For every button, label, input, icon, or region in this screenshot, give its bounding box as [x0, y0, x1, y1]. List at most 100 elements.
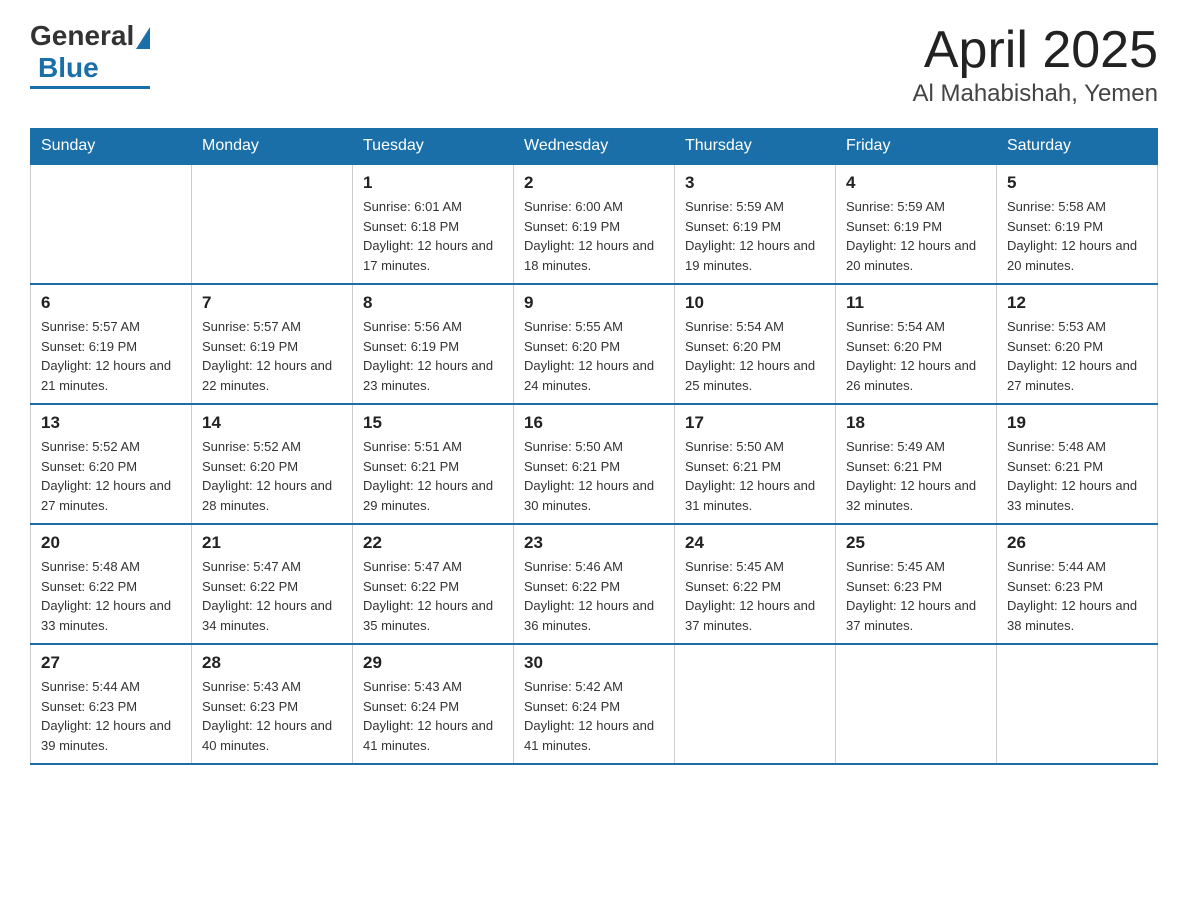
- calendar-cell: 29 Sunrise: 5:43 AMSunset: 6:24 PMDayligh…: [353, 644, 514, 764]
- day-number: 19: [1007, 413, 1147, 433]
- calendar-cell: 26 Sunrise: 5:44 AMSunset: 6:23 PMDayligh…: [997, 524, 1158, 644]
- calendar-day-header: Wednesday: [514, 129, 675, 165]
- calendar-header-row: SundayMondayTuesdayWednesdayThursdayFrid…: [31, 129, 1158, 165]
- calendar-cell: 18 Sunrise: 5:49 AMSunset: 6:21 PMDayligh…: [836, 404, 997, 524]
- day-number: 15: [363, 413, 503, 433]
- day-info: Sunrise: 5:50 AMSunset: 6:21 PMDaylight:…: [685, 437, 825, 515]
- day-number: 17: [685, 413, 825, 433]
- day-info: Sunrise: 5:46 AMSunset: 6:22 PMDaylight:…: [524, 557, 664, 635]
- day-info: Sunrise: 5:44 AMSunset: 6:23 PMDaylight:…: [41, 677, 181, 755]
- calendar-day-header: Monday: [192, 129, 353, 165]
- day-number: 22: [363, 533, 503, 553]
- calendar-cell: 23 Sunrise: 5:46 AMSunset: 6:22 PMDayligh…: [514, 524, 675, 644]
- day-number: 9: [524, 293, 664, 313]
- day-number: 1: [363, 173, 503, 193]
- day-info: Sunrise: 5:51 AMSunset: 6:21 PMDaylight:…: [363, 437, 503, 515]
- calendar-cell: 20 Sunrise: 5:48 AMSunset: 6:22 PMDayligh…: [31, 524, 192, 644]
- day-info: Sunrise: 6:01 AMSunset: 6:18 PMDaylight:…: [363, 197, 503, 275]
- calendar-cell: 1 Sunrise: 6:01 AMSunset: 6:18 PMDaylight…: [353, 164, 514, 284]
- logo-blue-text: Blue: [38, 52, 99, 84]
- title-block: April 2025 Al Mahabishah, Yemen: [912, 20, 1158, 108]
- day-info: Sunrise: 5:52 AMSunset: 6:20 PMDaylight:…: [41, 437, 181, 515]
- day-number: 21: [202, 533, 342, 553]
- day-number: 24: [685, 533, 825, 553]
- calendar-week-row: 6 Sunrise: 5:57 AMSunset: 6:19 PMDaylight…: [31, 284, 1158, 404]
- calendar-table: SundayMondayTuesdayWednesdayThursdayFrid…: [30, 128, 1158, 765]
- calendar-day-header: Saturday: [997, 129, 1158, 165]
- calendar-week-row: 13Sunrise: 5:52 AMSunset: 6:20 PMDayligh…: [31, 404, 1158, 524]
- day-info: Sunrise: 5:47 AMSunset: 6:22 PMDaylight:…: [202, 557, 342, 635]
- day-info: Sunrise: 5:59 AMSunset: 6:19 PMDaylight:…: [846, 197, 986, 275]
- calendar-cell: 10Sunrise: 5:54 AMSunset: 6:20 PMDayligh…: [675, 284, 836, 404]
- day-number: 12: [1007, 293, 1147, 313]
- day-number: 7: [202, 293, 342, 313]
- calendar-cell: 24 Sunrise: 5:45 AMSunset: 6:22 PMDayligh…: [675, 524, 836, 644]
- day-info: Sunrise: 5:45 AMSunset: 6:22 PMDaylight:…: [685, 557, 825, 635]
- logo-general-text: General: [30, 20, 134, 52]
- calendar-day-header: Thursday: [675, 129, 836, 165]
- day-info: Sunrise: 5:50 AMSunset: 6:21 PMDaylight:…: [524, 437, 664, 515]
- calendar-cell: 16 Sunrise: 5:50 AMSunset: 6:21 PMDayligh…: [514, 404, 675, 524]
- day-info: Sunrise: 6:00 AMSunset: 6:19 PMDaylight:…: [524, 197, 664, 275]
- day-number: 11: [846, 293, 986, 313]
- calendar-week-row: 27 Sunrise: 5:44 AMSunset: 6:23 PMDayligh…: [31, 644, 1158, 764]
- calendar-cell: [192, 164, 353, 284]
- calendar-cell: 30 Sunrise: 5:42 AMSunset: 6:24 PMDayligh…: [514, 644, 675, 764]
- calendar-cell: [31, 164, 192, 284]
- day-info: Sunrise: 5:48 AMSunset: 6:21 PMDaylight:…: [1007, 437, 1147, 515]
- calendar-cell: 22Sunrise: 5:47 AMSunset: 6:22 PMDayligh…: [353, 524, 514, 644]
- calendar-week-row: 20 Sunrise: 5:48 AMSunset: 6:22 PMDayligh…: [31, 524, 1158, 644]
- day-info: Sunrise: 5:48 AMSunset: 6:22 PMDaylight:…: [41, 557, 181, 635]
- day-number: 26: [1007, 533, 1147, 553]
- day-info: Sunrise: 5:58 AMSunset: 6:19 PMDaylight:…: [1007, 197, 1147, 275]
- calendar-cell: 7 Sunrise: 5:57 AMSunset: 6:19 PMDaylight…: [192, 284, 353, 404]
- day-number: 3: [685, 173, 825, 193]
- logo-triangle-icon: [136, 27, 150, 49]
- day-number: 16: [524, 413, 664, 433]
- day-number: 20: [41, 533, 181, 553]
- day-number: 8: [363, 293, 503, 313]
- logo-underline: [30, 86, 150, 89]
- calendar-cell: 19 Sunrise: 5:48 AMSunset: 6:21 PMDayligh…: [997, 404, 1158, 524]
- calendar-week-row: 1 Sunrise: 6:01 AMSunset: 6:18 PMDaylight…: [31, 164, 1158, 284]
- calendar-cell: 14Sunrise: 5:52 AMSunset: 6:20 PMDayligh…: [192, 404, 353, 524]
- calendar-cell: [675, 644, 836, 764]
- day-number: 28: [202, 653, 342, 673]
- day-number: 23: [524, 533, 664, 553]
- day-info: Sunrise: 5:43 AMSunset: 6:24 PMDaylight:…: [363, 677, 503, 755]
- day-info: Sunrise: 5:54 AMSunset: 6:20 PMDaylight:…: [685, 317, 825, 395]
- page-header: General Blue April 2025 Al Mahabishah, Y…: [30, 20, 1158, 108]
- day-number: 2: [524, 173, 664, 193]
- day-number: 29: [363, 653, 503, 673]
- day-number: 18: [846, 413, 986, 433]
- calendar-cell: 17 Sunrise: 5:50 AMSunset: 6:21 PMDayligh…: [675, 404, 836, 524]
- day-number: 27: [41, 653, 181, 673]
- day-number: 6: [41, 293, 181, 313]
- day-info: Sunrise: 5:56 AMSunset: 6:19 PMDaylight:…: [363, 317, 503, 395]
- calendar-day-header: Tuesday: [353, 129, 514, 165]
- calendar-cell: 2 Sunrise: 6:00 AMSunset: 6:19 PMDaylight…: [514, 164, 675, 284]
- calendar-cell: 6Sunrise: 5:57 AMSunset: 6:19 PMDaylight…: [31, 284, 192, 404]
- calendar-cell: 21 Sunrise: 5:47 AMSunset: 6:22 PMDayligh…: [192, 524, 353, 644]
- calendar-cell: 27 Sunrise: 5:44 AMSunset: 6:23 PMDayligh…: [31, 644, 192, 764]
- day-number: 4: [846, 173, 986, 193]
- calendar-day-header: Sunday: [31, 129, 192, 165]
- logo: General Blue: [30, 20, 150, 89]
- day-info: Sunrise: 5:59 AMSunset: 6:19 PMDaylight:…: [685, 197, 825, 275]
- calendar-cell: [997, 644, 1158, 764]
- calendar-cell: 9Sunrise: 5:55 AMSunset: 6:20 PMDaylight…: [514, 284, 675, 404]
- day-info: Sunrise: 5:53 AMSunset: 6:20 PMDaylight:…: [1007, 317, 1147, 395]
- calendar-day-header: Friday: [836, 129, 997, 165]
- calendar-cell: 4 Sunrise: 5:59 AMSunset: 6:19 PMDaylight…: [836, 164, 997, 284]
- calendar-cell: 12 Sunrise: 5:53 AMSunset: 6:20 PMDayligh…: [997, 284, 1158, 404]
- calendar-cell: 28 Sunrise: 5:43 AMSunset: 6:23 PMDayligh…: [192, 644, 353, 764]
- day-info: Sunrise: 5:49 AMSunset: 6:21 PMDaylight:…: [846, 437, 986, 515]
- day-info: Sunrise: 5:52 AMSunset: 6:20 PMDaylight:…: [202, 437, 342, 515]
- day-number: 30: [524, 653, 664, 673]
- day-info: Sunrise: 5:43 AMSunset: 6:23 PMDaylight:…: [202, 677, 342, 755]
- calendar-body: 1 Sunrise: 6:01 AMSunset: 6:18 PMDaylight…: [31, 164, 1158, 764]
- day-info: Sunrise: 5:57 AMSunset: 6:19 PMDaylight:…: [202, 317, 342, 395]
- day-info: Sunrise: 5:42 AMSunset: 6:24 PMDaylight:…: [524, 677, 664, 755]
- day-info: Sunrise: 5:44 AMSunset: 6:23 PMDaylight:…: [1007, 557, 1147, 635]
- day-info: Sunrise: 5:54 AMSunset: 6:20 PMDaylight:…: [846, 317, 986, 395]
